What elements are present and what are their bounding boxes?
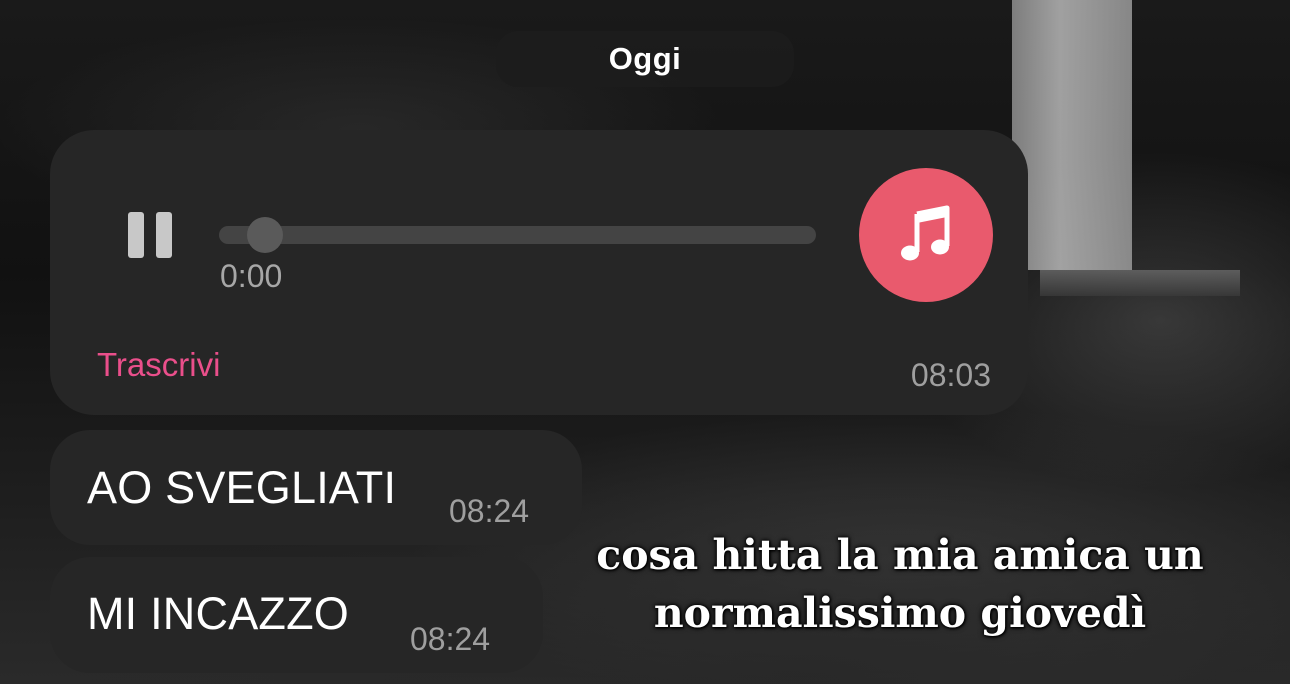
date-label: Oggi bbox=[608, 41, 682, 76]
audio-progress-knob[interactable] bbox=[247, 217, 283, 253]
music-note-icon bbox=[859, 168, 993, 302]
caption-line-2: normalissimo giovedì bbox=[653, 589, 1147, 637]
message-timestamp: 08:24 bbox=[410, 621, 491, 657]
message-text: MI INCAZZO bbox=[87, 588, 349, 639]
transcribe-link[interactable]: Trascrivi bbox=[97, 346, 220, 384]
background-pillar bbox=[1012, 0, 1132, 270]
overlay-caption: cosa hitta la mia amica un normalissimo … bbox=[580, 526, 1220, 642]
date-separator: Oggi bbox=[496, 31, 794, 87]
audio-elapsed-time: 0:00 bbox=[220, 258, 283, 294]
background-floor bbox=[1040, 270, 1240, 296]
audio-timestamp: 08:03 bbox=[910, 357, 991, 393]
message-bubble[interactable]: MI INCAZZO 08:24 bbox=[50, 557, 543, 673]
pause-button[interactable] bbox=[124, 208, 178, 262]
audio-progress-track[interactable] bbox=[219, 226, 816, 244]
message-timestamp: 08:24 bbox=[449, 493, 530, 529]
message-bubble[interactable]: AO SVEGLIATI 08:24 bbox=[50, 430, 582, 545]
caption-line-1: cosa hitta la mia amica un bbox=[596, 531, 1204, 579]
message-text: AO SVEGLIATI bbox=[87, 462, 397, 513]
